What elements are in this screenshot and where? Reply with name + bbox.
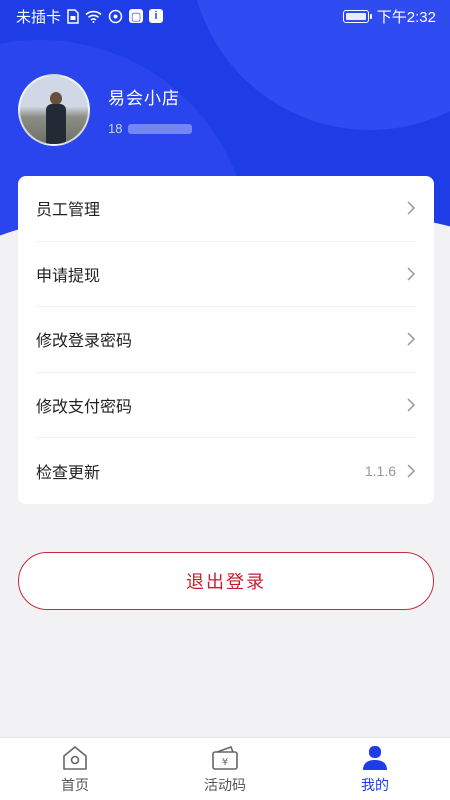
- chevron-right-icon: [407, 267, 416, 281]
- menu-item-label: 修改支付密码: [36, 399, 133, 417]
- app-notification-icon: ▢: [129, 9, 144, 23]
- menu-item-check-update[interactable]: 检查更新 1.1.6: [36, 438, 416, 504]
- chevron-right-icon: [407, 464, 416, 478]
- menu-item-label: 修改登录密码: [36, 333, 133, 351]
- phone-prefix: 18: [108, 121, 123, 136]
- chevron-right-icon: [407, 201, 416, 215]
- phone-number: 18: [108, 121, 193, 136]
- tab-label: 活动码: [204, 777, 246, 793]
- tab-activity-code[interactable]: ¥ 活动码: [150, 738, 300, 800]
- tab-label: 我的: [361, 777, 389, 793]
- menu-item-withdraw[interactable]: 申请提现: [36, 242, 416, 308]
- menu-item-label: 申请提现: [36, 267, 101, 285]
- tab-mine[interactable]: 我的: [300, 738, 450, 800]
- profile-section: 易会小店 18: [18, 74, 193, 146]
- menu-item-label: 员工管理: [36, 202, 101, 220]
- menu-item-staff-management[interactable]: 员工管理: [36, 176, 416, 242]
- phone-redacted: [128, 123, 193, 134]
- tab-home[interactable]: 首页: [0, 738, 150, 800]
- voucher-icon: ¥: [212, 745, 238, 770]
- menu-item-change-login-password[interactable]: 修改登录密码: [36, 307, 416, 373]
- chevron-right-icon: [407, 332, 416, 347]
- version-number: 1.1.6: [364, 463, 396, 480]
- hotspot-icon: [108, 9, 123, 24]
- menu-item-change-payment-password[interactable]: 修改支付密码: [36, 373, 416, 439]
- info-icon: i: [149, 9, 164, 23]
- status-bar: 未插卡 ▢ i 下午2:32: [0, 0, 450, 32]
- home-icon: [63, 746, 87, 770]
- chevron-right-icon: [407, 398, 416, 412]
- clock-text: 下午2:32: [376, 8, 436, 26]
- menu-item-label: 检查更新: [36, 465, 101, 483]
- user-icon: [363, 746, 387, 770]
- logout-button[interactable]: 退出登录: [18, 552, 434, 610]
- shop-name: 易会小店: [108, 89, 180, 108]
- svg-text:¥: ¥: [222, 757, 228, 768]
- bottom-tab-bar: 首页 ¥ 活动码 我的: [0, 737, 450, 800]
- sim-icon: [67, 8, 79, 24]
- battery-icon: [342, 9, 372, 23]
- wifi-icon: [85, 10, 102, 23]
- avatar[interactable]: [18, 74, 90, 146]
- menu-card: 员工管理 申请提现 修改登录密码 修改支付密码 检查更新 1.1.6: [18, 176, 434, 504]
- carrier-text: 未插卡: [16, 8, 62, 26]
- tab-label: 首页: [61, 777, 89, 793]
